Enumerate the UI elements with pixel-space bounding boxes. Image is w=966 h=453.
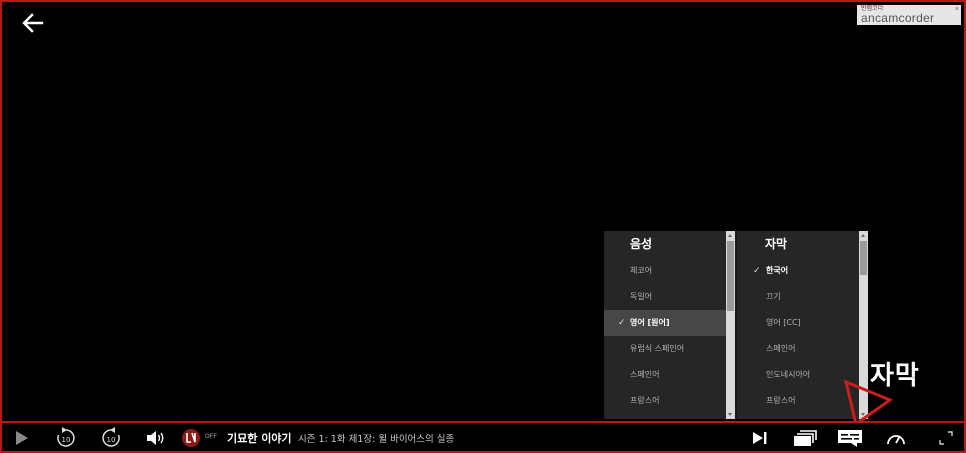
subtitle-option[interactable]: 스페인어 — [737, 336, 868, 362]
audio-option-label: 체코어 — [630, 266, 653, 275]
auto-feature-toggle[interactable] — [180, 428, 202, 448]
audio-option[interactable]: 유럽식 스페인어 — [604, 336, 735, 362]
audio-option[interactable]: ✓ 영어 [원어] — [604, 310, 735, 336]
next-episode-icon — [753, 432, 767, 444]
subtitle-header: 자막 — [765, 237, 788, 251]
back-button[interactable] — [20, 10, 46, 36]
episode-info: 시즌 1: 1화 제1장: 윌 바이어스의 실종 — [298, 434, 455, 445]
watermark-close-icon[interactable]: × — [955, 6, 959, 13]
forward-10-icon: 10 — [102, 427, 120, 447]
watermark-brand-text: ancamcorder — [861, 11, 935, 25]
scroll-thumb[interactable] — [727, 241, 734, 311]
scroll-down-icon[interactable] — [728, 413, 732, 416]
rewind-seconds-label: 10 — [62, 436, 71, 444]
scroll-up-icon[interactable] — [728, 234, 732, 237]
audio-list: 체코어독일어 ✓ 영어 [원어] 유럽식 스페인어스페인어프랑스어 — [604, 258, 735, 414]
play-button[interactable] — [12, 428, 32, 448]
player-control-bar: 10 10 OFF 기묘한 이야기 시즌 1: 1화 제1장: 윌 바이어스의 … — [2, 421, 964, 451]
volume-icon — [147, 431, 164, 445]
subtitle-option-label: 영어 [CC] — [766, 318, 801, 327]
checkmark-icon: ✓ — [618, 318, 626, 328]
audio-option-label: 스페인어 — [630, 370, 660, 379]
subtitle-option[interactable]: 끄기 — [737, 284, 868, 310]
audio-subtitle-menu: 음성 체코어 독일어 ✓ 영어 [원어] 유럽식 스페인어 스페인어 프랑스어 자막 ✓ 한국… — [604, 231, 868, 419]
show-title: 기묘한 이야기 — [227, 432, 292, 445]
audio-scrollbar[interactable] — [726, 231, 735, 419]
subtitle-option[interactable]: ✓ 한국어 — [737, 258, 868, 284]
subtitle-option-label: 끄기 — [766, 292, 781, 301]
audio-header: 음성 — [630, 237, 653, 251]
audio-option-label: 영어 [원어] — [630, 318, 670, 327]
fullscreen-icon — [939, 431, 953, 445]
subtitle-option-label: 스페인어 — [766, 344, 796, 353]
audio-option[interactable]: 체코어 — [604, 258, 735, 284]
forward-seconds-label: 10 — [107, 436, 116, 444]
audio-option[interactable]: 스페인어 — [604, 362, 735, 388]
audio-option-label: 유럽식 스페인어 — [630, 344, 685, 353]
auto-toggle-state: OFF — [205, 434, 217, 440]
episodes-icon — [794, 430, 817, 446]
arrow-left-icon — [22, 13, 44, 33]
subtitle-option-label: 인도네시아어 — [766, 370, 811, 379]
scroll-thumb[interactable] — [860, 241, 867, 275]
episodes-button[interactable] — [792, 428, 818, 448]
play-icon — [16, 431, 28, 445]
auto-badge-icon — [182, 429, 200, 447]
subtitle-option-label: 프랑스어 — [766, 396, 796, 405]
scroll-up-icon[interactable] — [861, 234, 865, 237]
subtitles-icon — [838, 430, 862, 447]
recorder-watermark: 반캠코더 ancamcorder × — [857, 5, 961, 25]
checkmark-icon: ✓ — [753, 266, 761, 276]
subtitle-option[interactable]: 영어 [CC] — [737, 310, 868, 336]
forward-10-button[interactable]: 10 — [99, 427, 123, 448]
volume-button[interactable] — [145, 428, 167, 448]
audio-option[interactable]: 독일어 — [604, 284, 735, 310]
audio-option-label: 독일어 — [630, 292, 653, 301]
audio-option-label: 프랑스어 — [630, 396, 660, 405]
subtitles-button[interactable] — [836, 428, 864, 448]
audio-column: 음성 체코어독일어 ✓ 영어 [원어] 유럽식 스페인어스페인어프랑스어 — [604, 231, 735, 419]
subtitle-option-label: 한국어 — [766, 266, 789, 275]
playback-speed-button[interactable] — [885, 428, 907, 448]
rewind-10-button[interactable]: 10 — [54, 427, 78, 448]
speed-icon — [887, 435, 905, 445]
audio-option[interactable]: 프랑스어 — [604, 388, 735, 414]
rewind-10-icon: 10 — [57, 427, 75, 447]
fullscreen-button[interactable] — [936, 428, 956, 448]
next-episode-button[interactable] — [750, 428, 770, 448]
